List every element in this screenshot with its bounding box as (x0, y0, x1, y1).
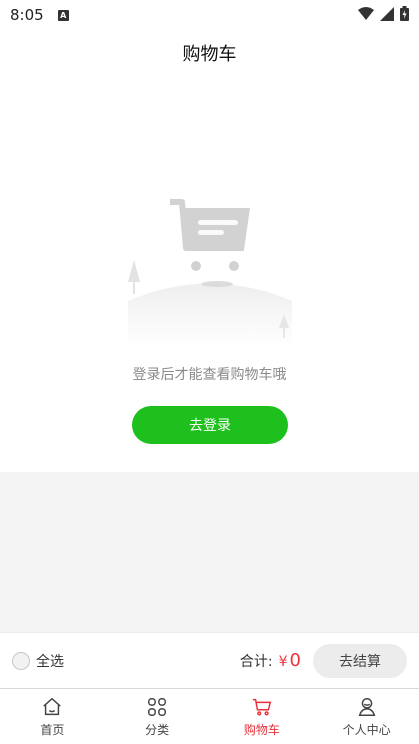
status-icons (358, 6, 409, 21)
total-amount: 0 (289, 650, 301, 671)
page-title-bar: 购物车 (0, 30, 419, 76)
total-label: 合计: (239, 654, 273, 670)
login-button[interactable]: 去登录 (132, 406, 288, 444)
nav-label-profile: 个人中心 (342, 722, 391, 737)
signal-icon (380, 6, 394, 21)
select-all-radio[interactable] (12, 651, 30, 670)
checkout-bar: 全选 合计: ¥ 0 去结算 (0, 632, 419, 688)
grid-icon (148, 697, 167, 716)
select-all-label: 全选 (36, 653, 64, 670)
select-all-toggle[interactable]: 全选 (12, 651, 64, 671)
battery-icon (400, 6, 409, 21)
nav-label-home: 首页 (40, 722, 65, 737)
nav-item-profile[interactable]: 个人中心 (314, 689, 419, 744)
currency-symbol: ¥ (278, 654, 288, 670)
status-time: 8:05 (10, 6, 44, 24)
nav-label-cart: 购物车 (243, 722, 280, 737)
empty-cart-message: 登录后才能查看购物车哦 (132, 367, 287, 383)
home-icon (43, 697, 62, 715)
status-bar: 8:05 A (0, 0, 419, 30)
nav-item-category[interactable]: 分类 (105, 689, 210, 744)
bottom-nav: 首页 分类 购物车 个人中心 (0, 688, 419, 744)
a-badge-icon: A (57, 9, 69, 21)
nav-label-category: 分类 (145, 722, 170, 737)
nav-item-home[interactable]: 首页 (0, 689, 105, 744)
empty-cart-icon (128, 199, 292, 346)
page-title: 购物车 (182, 44, 237, 65)
empty-cart-area: 登录后才能查看购物车哦 去登录 (0, 76, 419, 472)
user-icon (358, 697, 375, 716)
nav-item-cart[interactable]: 购物车 (210, 689, 315, 744)
cart-icon (252, 698, 272, 716)
cart-list-area (0, 472, 419, 632)
checkout-button[interactable]: 去结算 (313, 643, 407, 678)
wifi-icon (358, 6, 374, 20)
total-price: 合计: ¥ 0 (240, 650, 301, 671)
